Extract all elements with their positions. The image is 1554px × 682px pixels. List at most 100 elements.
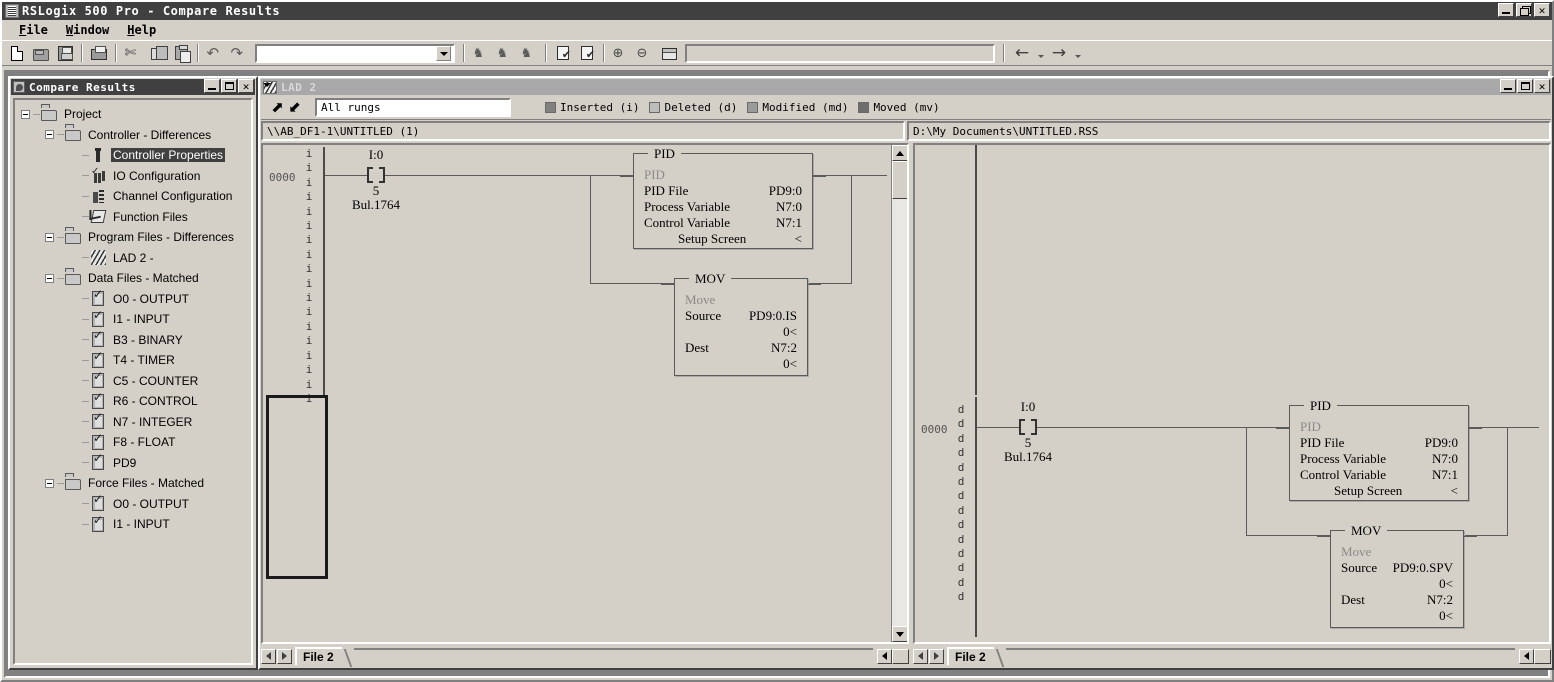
tree-item[interactable]: Force Files - Matched bbox=[15, 473, 251, 494]
window-view-button[interactable] bbox=[658, 43, 680, 64]
lad2-titlebar[interactable]: LAD 2 ✕ bbox=[261, 79, 1551, 95]
compare-results-titlebar[interactable]: Compare Results ✕ bbox=[11, 79, 255, 95]
left-pid-setup-label[interactable]: Setup Screen bbox=[678, 231, 746, 247]
right-contact-xic[interactable] bbox=[1019, 419, 1037, 435]
left-hscroll-left-button[interactable] bbox=[877, 648, 892, 664]
back-dropdown[interactable] bbox=[1035, 43, 1046, 64]
compare-maximize-button[interactable] bbox=[221, 79, 237, 93]
tree-item[interactable]: LAD 2 - bbox=[15, 248, 251, 269]
left-mov-block[interactable]: MOV Move Source PD9:0.IS 0< Dest N7:2 0< bbox=[661, 271, 821, 376]
tree-item[interactable]: Project bbox=[15, 104, 251, 125]
tree-item[interactable]: Channel Configuration bbox=[15, 186, 251, 207]
tree-item[interactable]: Data Files - Matched bbox=[15, 268, 251, 289]
redo-button[interactable]: ↷ bbox=[228, 43, 250, 64]
tree-expander-collapse[interactable] bbox=[45, 273, 54, 283]
right-ladder-canvas[interactable]: 0000 dddddddddddddd I:0 5 Bul.1764 PID P… bbox=[915, 145, 1549, 642]
tree-item[interactable]: N7 - INTEGER bbox=[15, 410, 251, 433]
tree-item[interactable]: F8 - FLOAT bbox=[15, 431, 251, 453]
left-hscroll-track[interactable] bbox=[892, 648, 909, 664]
find-button[interactable]: ♞ bbox=[470, 43, 492, 64]
left-tab-next-button[interactable] bbox=[277, 648, 292, 664]
left-tab-prev-button[interactable] bbox=[261, 648, 276, 664]
cut-button[interactable]: ✄ bbox=[122, 43, 144, 64]
data-file-matched-icon bbox=[90, 287, 107, 307]
change-mark: d bbox=[957, 575, 965, 589]
scroll-thumb[interactable] bbox=[892, 161, 907, 199]
right-tab-next-button[interactable] bbox=[929, 648, 944, 664]
tree-item[interactable]: Function Files bbox=[15, 207, 251, 228]
right-tab-prev-button[interactable] bbox=[913, 648, 928, 664]
tree-item[interactable]: Controller - Differences bbox=[15, 125, 251, 146]
tree-expander-collapse[interactable] bbox=[45, 478, 54, 488]
find-next-button[interactable]: ♞ bbox=[494, 43, 516, 64]
zoom-in-button[interactable]: ⊕ bbox=[610, 43, 632, 64]
tree-item[interactable]: I1 - INPUT bbox=[15, 308, 251, 330]
compare-minimize-button[interactable] bbox=[204, 79, 220, 93]
menu-help[interactable]: Help bbox=[118, 22, 165, 38]
tree-item[interactable]: T4 - TIMER bbox=[15, 349, 251, 371]
left-contact-xic[interactable] bbox=[367, 167, 385, 183]
left-tab-file2[interactable]: File 2 bbox=[295, 647, 342, 665]
right-pane-hscrollbar[interactable] bbox=[1519, 648, 1551, 664]
tree-item[interactable]: R6 - CONTROL bbox=[15, 390, 251, 412]
rung-filter-select[interactable]: All rungs bbox=[315, 98, 511, 117]
right-hscroll-track[interactable] bbox=[1534, 648, 1551, 664]
tree-item[interactable]: O0 - OUTPUT bbox=[15, 492, 251, 515]
lad2-close-button[interactable]: ✕ bbox=[1534, 79, 1550, 93]
forward-dropdown[interactable] bbox=[1072, 43, 1083, 64]
right-tab-file2[interactable]: File 2 bbox=[947, 647, 994, 665]
paste-button[interactable] bbox=[170, 43, 192, 64]
forward-button[interactable]: → bbox=[1046, 43, 1072, 64]
compare-report-button[interactable] bbox=[552, 43, 574, 64]
print-button[interactable] bbox=[88, 43, 110, 64]
chevron-down-icon[interactable] bbox=[436, 45, 451, 61]
menu-file[interactable]: File bbox=[10, 22, 57, 38]
copy-button[interactable] bbox=[146, 43, 168, 64]
left-pid-block[interactable]: PID PID PID File PD9:0 Process Variable N7… bbox=[620, 146, 826, 249]
lad2-minimize-button[interactable] bbox=[1500, 79, 1516, 93]
right-mov-block[interactable]: MOV Move Source PD9:0.SPV 0< Dest N7:2 0< bbox=[1317, 523, 1477, 628]
left-pane-hscrollbar[interactable] bbox=[877, 648, 909, 664]
scroll-track[interactable] bbox=[892, 161, 907, 626]
tree-item[interactable]: Controller Properties bbox=[15, 145, 251, 166]
right-pid-block[interactable]: PID PID PID File PD9:0 Process Variable N7… bbox=[1276, 398, 1482, 501]
secondary-combo[interactable] bbox=[685, 43, 995, 63]
tree-item[interactable]: O0 - OUTPUT bbox=[15, 287, 251, 310]
left-pane-vscrollbar[interactable] bbox=[891, 145, 907, 642]
menu-window[interactable]: Window bbox=[57, 22, 118, 38]
tree-item[interactable]: B3 - BINARY bbox=[15, 328, 251, 351]
tree-expander-collapse[interactable] bbox=[21, 109, 30, 119]
new-file-button[interactable] bbox=[6, 43, 28, 64]
right-hscroll-left-button[interactable] bbox=[1519, 648, 1534, 664]
next-difference-button[interactable]: ⬋ bbox=[286, 98, 303, 118]
compare-results-tree[interactable]: Project Controller - Differences Controlle… bbox=[13, 98, 253, 665]
save-button[interactable] bbox=[54, 43, 76, 64]
replace-button[interactable]: ♞ bbox=[518, 43, 540, 64]
selected-rung-box[interactable] bbox=[266, 395, 328, 579]
tree-item[interactable]: C5 - COUNTER bbox=[15, 369, 251, 392]
tree-item[interactable]: PD9 bbox=[15, 451, 251, 474]
restore-button[interactable] bbox=[1516, 3, 1532, 17]
scroll-down-button[interactable] bbox=[892, 626, 907, 642]
compare-close-button[interactable]: ✕ bbox=[238, 79, 254, 93]
prev-difference-button[interactable]: ⬈ bbox=[269, 98, 286, 118]
tree-expander-collapse[interactable] bbox=[45, 232, 54, 242]
lad2-maximize-button[interactable] bbox=[1517, 79, 1533, 93]
compare-results-icon bbox=[13, 81, 25, 93]
scroll-up-button[interactable] bbox=[892, 145, 907, 161]
right-pid-setup-label[interactable]: Setup Screen bbox=[1334, 483, 1402, 499]
address-combo[interactable] bbox=[255, 43, 455, 63]
data-file-matched-icon bbox=[90, 390, 107, 409]
tree-item[interactable]: Program Files - Differences bbox=[15, 227, 251, 248]
tree-expander-collapse[interactable] bbox=[45, 130, 54, 140]
undo-button[interactable]: ↶ bbox=[204, 43, 226, 64]
tree-item[interactable]: I1 - INPUT bbox=[15, 513, 251, 535]
left-ladder-canvas[interactable]: 0000 iiiiiiiiiiiiiiiiii I:0 5 Bul.1764 P… bbox=[263, 145, 907, 642]
close-button[interactable]: ✕ bbox=[1534, 3, 1550, 17]
minimize-button[interactable] bbox=[1498, 3, 1514, 17]
back-button[interactable]: ← bbox=[1009, 43, 1035, 64]
tree-item[interactable]: IO Configuration bbox=[15, 166, 251, 187]
zoom-out-button[interactable]: ⊖ bbox=[634, 43, 656, 64]
verify-report-button[interactable] bbox=[576, 43, 598, 64]
open-file-button[interactable] bbox=[30, 43, 52, 64]
